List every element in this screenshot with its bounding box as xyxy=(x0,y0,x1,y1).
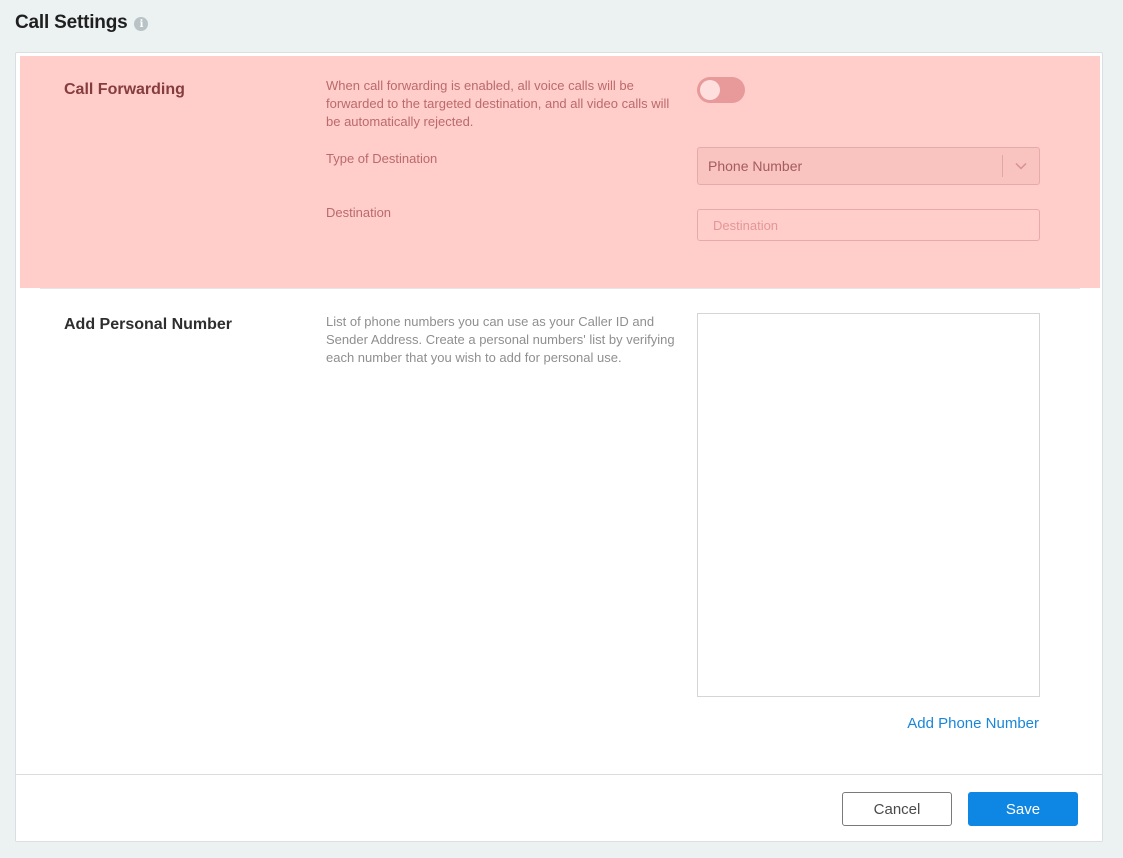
info-icon[interactable]: i xyxy=(134,17,149,31)
call-forwarding-section: Call Forwarding When call forwarding is … xyxy=(20,56,1100,288)
destination-type-select[interactable]: Phone Number xyxy=(697,147,1040,185)
call-forwarding-label: Call Forwarding xyxy=(64,81,185,98)
toggle-knob xyxy=(700,80,720,100)
personal-number-description: List of phone numbers you can use as you… xyxy=(326,314,675,365)
footer: Cancel Save xyxy=(16,774,1102,841)
personal-number-label: Add Personal Number xyxy=(64,316,233,333)
destination-label: Destination xyxy=(326,205,392,220)
section-divider xyxy=(40,288,1080,289)
chevron-down-icon xyxy=(1003,162,1039,170)
page-header: Call Settings i xyxy=(15,12,149,34)
call-forwarding-description: When call forwarding is enabled, all voi… xyxy=(326,78,670,129)
page-title: Call Settings xyxy=(15,12,128,33)
destination-input[interactable] xyxy=(697,209,1040,241)
add-phone-number-link[interactable]: Add Phone Number xyxy=(907,715,1039,732)
destination-type-label: Type of Destination xyxy=(326,151,438,166)
settings-panel: Call Forwarding When call forwarding is … xyxy=(15,52,1103,842)
destination-type-value: Phone Number xyxy=(708,158,803,174)
cancel-button[interactable]: Cancel xyxy=(842,792,952,826)
call-forwarding-toggle[interactable] xyxy=(697,77,745,103)
save-button[interactable]: Save xyxy=(968,792,1078,826)
personal-number-list[interactable] xyxy=(697,313,1040,697)
